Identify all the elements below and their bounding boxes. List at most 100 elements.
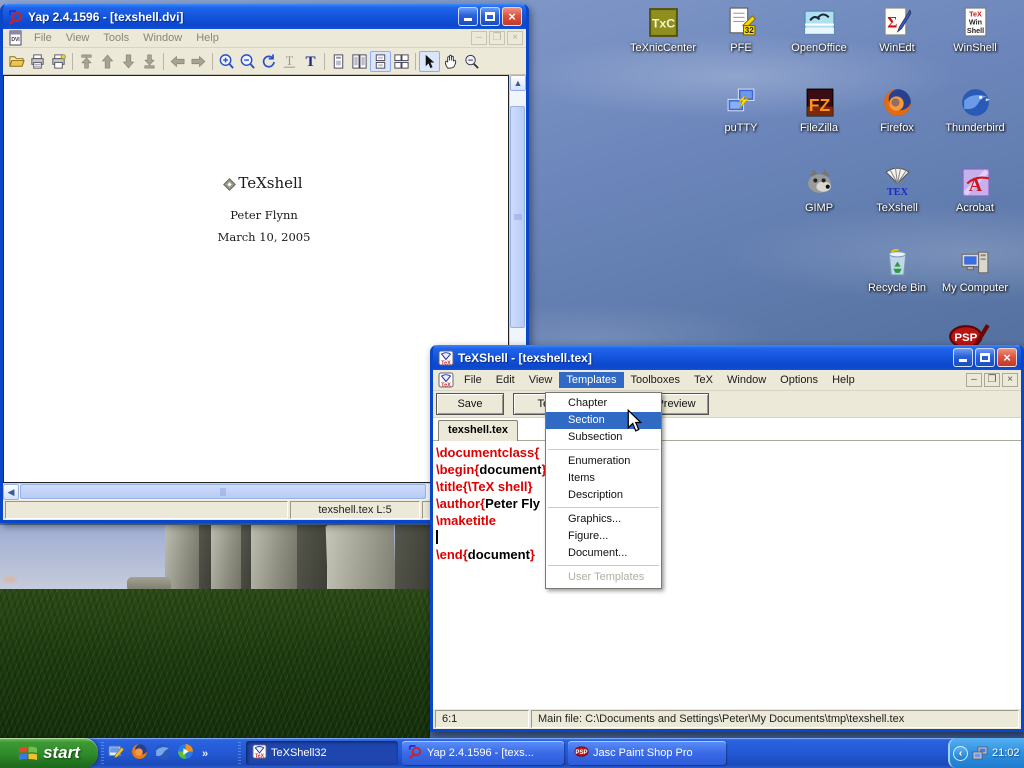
menu-item-section[interactable]: Section [546,412,661,429]
facing-pages-icon[interactable] [349,51,370,72]
print-page-icon[interactable] [48,51,69,72]
start-button[interactable]: start [0,738,98,768]
texshell-menu-templates[interactable]: Templates [559,372,623,388]
desktop-icon-winedt[interactable]: ΣWinEdt [858,6,936,54]
desktop-icon-recyclebin[interactable]: Recycle Bin [858,246,936,294]
texshell-app-icon: TeX [438,350,454,366]
editor-textarea[interactable]: \documentclass{\begin{document}\title{\T… [433,441,1021,709]
close-button[interactable]: × [502,7,522,26]
maximize-button[interactable] [480,7,500,26]
yap-menu-view[interactable]: View [59,30,97,46]
mdi-minimize-button[interactable]: – [966,373,982,387]
taskbar-button-psp[interactable]: PSPJasc Paint Shop Pro [568,741,726,765]
quicklaunch-media-player-icon[interactable] [177,743,194,765]
gimp-icon [780,166,858,199]
vertical-scroll-thumb[interactable] [510,106,525,328]
minimize-button[interactable] [953,348,973,367]
quicklaunch-thunderbird-icon[interactable] [154,743,171,765]
taskbar-button-yap[interactable]: Yap 2.4.1596 - [texs... [402,741,564,765]
menu-item-graphics[interactable]: Graphics... [546,511,661,528]
menu-item-enumeration[interactable]: Enumeration [546,453,661,470]
network-status-icon[interactable] [972,745,988,761]
texshell-menu-tex[interactable]: TeX [687,372,720,388]
yap-menu-window[interactable]: Window [136,30,189,46]
zoom-out-icon[interactable] [237,51,258,72]
mdi-restore-button[interactable]: ❐ [489,31,505,45]
svg-text:TeX: TeX [441,360,451,366]
scroll-left-arrow[interactable]: ◀ [3,484,19,500]
mdi-close-button[interactable]: × [1002,373,1018,387]
texshell-menu-edit[interactable]: Edit [489,372,522,388]
menu-item-chapter[interactable]: Chapter [546,395,661,412]
desktop-icon-acrobat[interactable]: AAcrobat [936,166,1014,214]
save-button[interactable]: Save [436,393,504,415]
menu-item-items[interactable]: Items [546,470,661,487]
desktop-icon-texniccenter[interactable]: TxCTeXnicCenter [624,6,702,54]
page-down-icon[interactable] [118,51,139,72]
texshell-window: TeX TeXShell - [texshell.tex] × TeX File… [430,345,1024,732]
texshell-menu-file[interactable]: File [457,372,489,388]
forward-icon[interactable] [188,51,209,72]
desktop-icon-firefox[interactable]: Firefox [858,86,936,134]
desktop-icon-texshell[interactable]: TEXTeXshell [858,166,936,214]
menu-item-description[interactable]: Description [546,487,661,504]
desktop-icon-paintshoppro[interactable]: PSP [946,321,992,347]
edit-text-icon[interactable]: T [279,51,300,72]
menu-item-document[interactable]: Document... [546,545,661,562]
horizontal-scroll-thumb[interactable] [20,484,426,499]
select-icon[interactable] [419,51,440,72]
first-page-icon[interactable] [76,51,97,72]
maximize-button[interactable] [975,348,995,367]
taskbar-button-texshell32[interactable]: TeXTeXShell32 [246,741,398,765]
last-page-icon[interactable] [139,51,160,72]
menu-item-subsection[interactable]: Subsection [546,429,661,446]
mdi-minimize-button[interactable]: – [471,31,487,45]
print-icon[interactable] [27,51,48,72]
texshell-menu-window[interactable]: Window [720,372,773,388]
continuous-icon[interactable] [370,51,391,72]
desktop-icon-filezilla[interactable]: FZFileZilla [780,86,858,134]
desktop-icon-winshell[interactable]: TeXWinShellWinShell [936,6,1014,54]
desktop-icon-pfe[interactable]: 32PFE [702,6,780,54]
mdi-restore-button[interactable]: ❐ [984,373,1000,387]
quicklaunch-show-desktop-icon[interactable] [108,743,125,765]
desktop-icon-gimp[interactable]: GIMP [780,166,858,214]
yap-menu-file[interactable]: File [27,30,59,46]
scroll-up-arrow[interactable]: ▲ [510,75,526,91]
quicklaunch-overflow-chevron[interactable]: » [202,748,208,760]
open-icon[interactable] [6,51,27,72]
openoffice-icon [780,6,858,39]
zoom-in-icon[interactable] [216,51,237,72]
continuous-facing-icon[interactable] [391,51,412,72]
quicklaunch-firefox-icon[interactable] [131,743,148,765]
texshell-menu-options[interactable]: Options [773,372,825,388]
menu-item-figure[interactable]: Figure... [546,528,661,545]
magnifier-icon[interactable] [461,51,482,72]
texshell-menu-view[interactable]: View [522,372,560,388]
single-page-icon[interactable] [328,51,349,72]
pfe-icon: 32 [702,6,780,39]
page-up-icon[interactable] [97,51,118,72]
close-button[interactable]: × [997,348,1017,367]
texshell-menu-toolboxes[interactable]: Toolboxes [624,372,688,388]
system-tray: ‹ 21:02 [948,738,1024,768]
mdi-close-button[interactable]: × [507,31,523,45]
yap-menu-tools[interactable]: Tools [96,30,136,46]
desktop-icon-mycomputer[interactable]: My Computer [936,246,1014,294]
desktop-icon-putty[interactable]: puTTY [702,86,780,134]
yap-menu-help[interactable]: Help [189,30,226,46]
tray-collapse-chevron[interactable]: ‹ [953,746,968,761]
dvi-document-icon: DVI [8,30,24,46]
texshell-menu-help[interactable]: Help [825,372,862,388]
texshell-titlebar[interactable]: TeX TeXShell - [texshell.tex] × [433,345,1021,370]
minimize-button[interactable] [458,7,478,26]
refresh-icon[interactable] [258,51,279,72]
desktop-icon-openoffice[interactable]: OpenOffice [780,6,858,54]
desktop-icon-label: Acrobat [936,202,1014,214]
text-tool-icon[interactable]: T [300,51,321,72]
yap-titlebar[interactable]: Yap 2.4.1596 - [texshell.dvi] × [3,4,526,29]
pan-icon[interactable] [440,51,461,72]
back-icon[interactable] [167,51,188,72]
tab-texshell-tex[interactable]: texshell.tex [438,420,518,441]
desktop-icon-thunderbird[interactable]: Thunderbird [936,86,1014,134]
